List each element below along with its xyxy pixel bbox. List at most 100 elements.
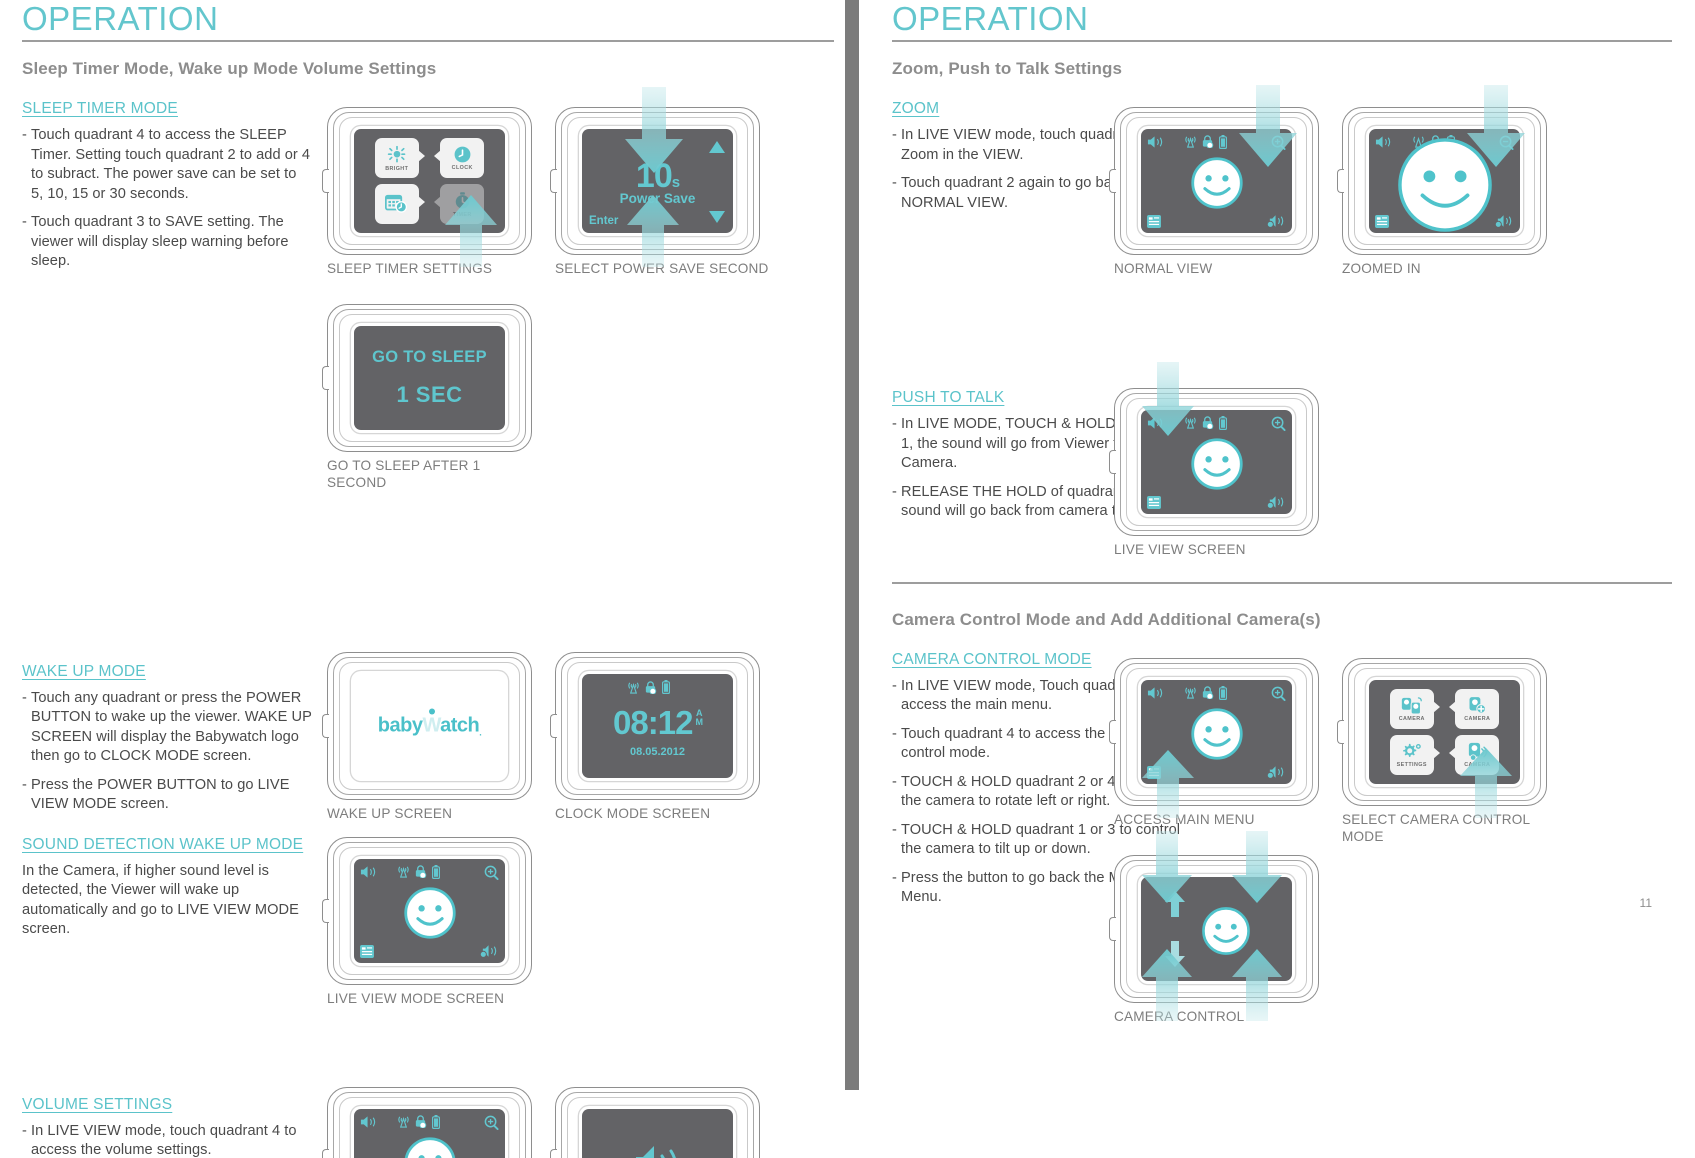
volume-settings-icon[interactable] [1267, 765, 1286, 779]
device-screen: 08:12 A M 08.05.2012 [582, 673, 733, 778]
volume-settings-icon[interactable] [480, 944, 499, 958]
device-side-button[interactable] [322, 713, 329, 738]
figure-select-camera-control-mode: CAMERA CAMERA SETTINGS SELECT CAMERA CON… [1337, 657, 1557, 845]
babywatch-logo: baby Watch. [354, 708, 505, 737]
device-side-button[interactable] [550, 713, 557, 738]
bullet-dash: - [892, 773, 897, 790]
section-subtitle-camera-control: Camera Control Mode and Add Additional C… [892, 609, 1321, 629]
device-side-button[interactable] [1337, 719, 1344, 744]
device-side-button[interactable] [1337, 169, 1344, 193]
heading-volume-settings[interactable]: VOLUME SETTINGS [22, 1095, 312, 1114]
device-side-button[interactable] [550, 1148, 557, 1158]
zoom-in-icon[interactable] [1271, 416, 1286, 431]
device-side-button[interactable] [1109, 450, 1116, 474]
smiley-face-icon [1190, 438, 1243, 490]
tile-camera-switch[interactable]: CAMERA [1389, 688, 1440, 729]
bullet-dash: - [892, 821, 897, 838]
bullet-text: In LIVE VIEW mode, touch quadrant 4 to a… [31, 1122, 297, 1158]
triangle-down-icon[interactable] [709, 211, 725, 223]
zoom-in-icon[interactable] [484, 1115, 499, 1130]
smiley-face-icon [1190, 707, 1243, 760]
zoom-in-icon[interactable] [484, 865, 499, 880]
bullet-dash: - [892, 483, 897, 500]
battery-icon [1219, 685, 1227, 700]
volume-settings-icon[interactable] [1267, 214, 1286, 228]
sleep-warning-line1: GO TO SLEEP [372, 348, 487, 366]
figure-sleep-timer-settings: BRIGHT CLOCK SLEEP TIMER SETTINGS [322, 107, 542, 277]
antenna-icon [1185, 686, 1196, 699]
device-screen: GO TO SLEEP 1 SEC [354, 326, 505, 430]
speaker-icon [360, 865, 376, 878]
tile-label: CLOCK [451, 165, 473, 171]
tile-settings[interactable]: SETTINGS [1389, 734, 1440, 775]
figure-live-view-mode-screen: LIVE VIEW MODE SCREEN [322, 836, 542, 1007]
antenna-icon [1185, 136, 1196, 148]
menu-list-icon[interactable] [1147, 215, 1161, 228]
heading-sound-detection-wake-up-mode[interactable]: SOUND DETECTION WAKE UP MODE [22, 835, 312, 854]
bullet-item: - Touch quadrant 3 to SAVE setting. The … [22, 213, 312, 272]
volume-settings-text-column: VOLUME SETTINGS - In LIVE VIEW mode, tou… [22, 1095, 312, 1158]
device-side-button[interactable] [322, 169, 329, 193]
device-illustration: BRIGHT CLOCK [322, 107, 532, 267]
speaker-icon [360, 1115, 376, 1128]
enter-label[interactable]: Enter [589, 215, 618, 227]
antenna-icon [398, 1115, 409, 1128]
menu-list-icon[interactable] [1147, 496, 1161, 509]
lock-icon [1202, 416, 1214, 429]
device-side-button[interactable] [322, 366, 329, 390]
lock-icon [1202, 135, 1214, 148]
volume-settings-icon[interactable] [1267, 495, 1286, 509]
volume-up-large-icon [635, 1145, 676, 1158]
device-illustration: baby Watch. [322, 651, 532, 800]
smiley-face-icon [1190, 157, 1243, 209]
logo-w-letter: W [422, 708, 441, 736]
speaker-icon [1147, 686, 1163, 699]
bullet-dash: - [892, 175, 897, 191]
menu-list-icon[interactable] [360, 944, 374, 958]
clock-time: 08:12 A M [613, 703, 703, 741]
figure-caption: LIVE VIEW MODE SCREEN [327, 990, 505, 1006]
device-side-button[interactable] [322, 898, 329, 923]
figure-caption: WAKE UP SCREEN [327, 805, 453, 821]
device-illustration [1337, 85, 1547, 255]
status-bar [582, 679, 733, 696]
device-illustration: 08:12 A M 08.05.2012 [550, 651, 760, 800]
tile-calendar-clock[interactable] [374, 184, 425, 224]
device-side-button[interactable] [1109, 916, 1116, 941]
triangle-up-icon[interactable] [709, 141, 725, 153]
volume-settings-icon[interactable] [1495, 214, 1514, 228]
figure-wake-up-screen: baby Watch. WAKE UP SCREEN [322, 651, 542, 822]
bullet-dash: - [892, 677, 897, 694]
antenna-icon [398, 865, 409, 878]
speaker-icon [1375, 136, 1391, 148]
tile-clock[interactable]: CLOCK [434, 138, 485, 178]
lock-icon [415, 864, 427, 878]
figure-caption: SLEEP TIMER SETTINGS [327, 261, 493, 276]
heading-wake-up-mode[interactable]: WAKE UP MODE [22, 662, 312, 681]
bullet-dash: - [22, 127, 27, 143]
bullet-text: Touch quadrant 4 to access the SLEEP Tim… [31, 127, 311, 202]
smiley-face-icon [403, 886, 456, 939]
zoom-in-icon[interactable] [1271, 686, 1286, 701]
device-side-button[interactable] [322, 1148, 329, 1158]
menu-list-icon[interactable] [1375, 215, 1389, 228]
bullet-dash: - [892, 416, 897, 432]
figure-normal-view: NORMAL VIEW [1109, 85, 1329, 277]
manual-spread: OPERATION Sleep Timer Mode, Wake up Mode… [0, 0, 1695, 1158]
device-side-button[interactable] [1109, 719, 1116, 744]
arrow-down-quadrant-2-icon [1232, 830, 1282, 903]
heading-sleep-timer-mode[interactable]: SLEEP TIMER MODE [22, 99, 312, 118]
bullet-dash: - [22, 214, 27, 230]
device-side-button[interactable] [1109, 169, 1116, 193]
figure-caption: SELECT CAMERA CONTROL MODE [1342, 811, 1530, 844]
device-screen [582, 1108, 733, 1158]
tile-camera-add[interactable]: CAMERA [1449, 688, 1500, 729]
tile-bright[interactable]: BRIGHT [374, 138, 425, 178]
page-spine-divider [845, 0, 859, 1090]
section-subtitle-left: Sleep Timer Mode, Wake up Mode Volume Se… [22, 59, 437, 78]
device-side-button[interactable] [550, 169, 557, 193]
bullet-item: - Press the POWER BUTTON to go LIVE VIEW… [22, 776, 312, 815]
arrow-up-quadrant-4-icon [627, 195, 679, 267]
figure-go-to-sleep: GO TO SLEEP 1 SEC GO TO SLEEP AFTER 1 SE… [322, 304, 542, 491]
battery-icon [662, 679, 670, 694]
